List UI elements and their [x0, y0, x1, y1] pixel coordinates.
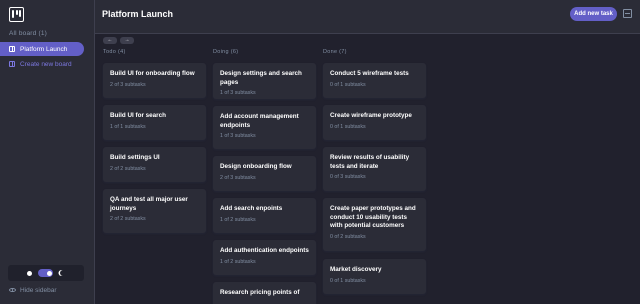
task-card[interactable]: Conduct 5 wireframe tests 0 of 1 subtask… — [323, 63, 426, 98]
column-doing: Doing (6) Design settings and search pag… — [213, 48, 316, 304]
board-icon — [9, 61, 15, 67]
create-new-board-label: Create new board — [20, 60, 72, 68]
task-title: Design onboarding flow — [220, 163, 292, 170]
page-title: Platform Launch — [102, 9, 174, 19]
task-card[interactable]: Create paper prototypes and conduct 10 u… — [323, 198, 426, 251]
moon-icon — [60, 270, 66, 276]
task-card[interactable]: Add authentication endpoints 1 of 2 subt… — [213, 240, 316, 275]
task-card[interactable]: Market discovery 0 of 1 subtasks — [323, 259, 426, 294]
task-title: Design settings and search pages — [220, 70, 302, 86]
task-subtasks: 1 of 2 subtasks — [220, 258, 256, 265]
next-arrow-button[interactable]: → — [120, 37, 134, 44]
task-card[interactable]: Create wireframe prototype 0 of 1 subtas… — [323, 105, 426, 140]
task-title: Review results of usability tests and it… — [330, 154, 410, 170]
task-subtasks: 0 of 1 subtasks — [330, 277, 366, 284]
task-title: Conduct 5 wireframe tests — [330, 70, 409, 77]
theme-toggle — [8, 265, 84, 281]
task-card[interactable]: Build UI for onboarding flow 2 of 3 subt… — [103, 63, 206, 98]
task-subtasks: 2 of 3 subtasks — [110, 81, 146, 88]
task-subtasks: 0 of 2 subtasks — [330, 233, 366, 240]
task-title: Add authentication endpoints — [220, 247, 309, 254]
task-title: Build settings UI — [110, 154, 160, 161]
task-title: Create wireframe prototype — [330, 112, 412, 119]
task-title: Add account management endpoints — [220, 113, 299, 129]
task-title: Create paper prototypes and conduct 10 u… — [330, 205, 416, 229]
column-heading: Done (7) — [323, 49, 347, 55]
task-card[interactable]: Build settings UI 2 of 2 subtasks — [103, 147, 206, 182]
task-card[interactable]: Add search enpoints 1 of 2 subtasks — [213, 198, 316, 233]
task-card[interactable]: Design onboarding flow 2 of 3 subtasks — [213, 156, 316, 191]
task-card[interactable]: QA and test all major user journeys 2 of… — [103, 189, 206, 233]
task-card[interactable]: Design settings and search pages 1 of 3 … — [213, 63, 316, 99]
task-title: Build UI for search — [110, 112, 166, 119]
sidebar-item-label: Platform Launch — [20, 45, 68, 53]
task-subtasks: 2 of 3 subtasks — [220, 174, 256, 181]
create-new-board-button[interactable]: Create new board — [9, 58, 72, 70]
task-subtasks: 1 of 2 subtasks — [220, 216, 256, 223]
board: ← → Todo (4) Build UI for onboarding flo… — [95, 34, 640, 304]
board-icon — [9, 46, 15, 52]
column-heading: Doing (6) — [213, 49, 239, 55]
prev-arrow-button[interactable]: ← — [103, 37, 117, 44]
task-title: Build UI for onboarding flow — [110, 70, 195, 77]
layout-icon[interactable] — [623, 9, 632, 18]
add-new-task-button[interactable]: Add new task — [570, 7, 617, 21]
column-todo: Todo (4) Build UI for onboarding flow 2 … — [103, 48, 206, 233]
task-title: QA and test all major user journeys — [110, 196, 188, 212]
task-card[interactable]: Research pricing points of — [213, 282, 316, 304]
hide-sidebar-button[interactable]: Hide sidebar — [9, 285, 57, 295]
task-subtasks: 2 of 2 subtasks — [110, 165, 146, 172]
task-subtasks: 0 of 1 subtasks — [330, 81, 366, 88]
task-subtasks: 1 of 3 subtasks — [220, 90, 256, 96]
task-card[interactable]: Review results of usability tests and it… — [323, 147, 426, 191]
sidebar: All board (1) Platform Launch Create new… — [0, 0, 95, 304]
column-heading: Todo (4) — [103, 49, 126, 55]
sun-icon — [27, 270, 32, 276]
theme-switch[interactable] — [38, 269, 53, 277]
kanban-logo-icon — [9, 7, 24, 22]
task-title: Add search enpoints — [220, 205, 283, 212]
eye-off-icon — [9, 288, 16, 292]
task-title: Research pricing points of — [220, 289, 300, 296]
task-subtasks: 1 of 3 subtasks — [220, 133, 256, 139]
column-done: Done (7) Conduct 5 wireframe tests 0 of … — [323, 48, 426, 294]
task-card[interactable]: Build UI for search 1 of 1 subtasks — [103, 105, 206, 140]
task-card[interactable]: Add account management endpoints 1 of 3 … — [213, 106, 316, 149]
sidebar-item-platform-launch[interactable]: Platform Launch — [0, 42, 84, 56]
column-nav: ← → — [103, 37, 134, 44]
task-subtasks: 0 of 1 subtasks — [330, 123, 366, 130]
header: Platform Launch Add new task — [95, 0, 640, 34]
task-title: Market discovery — [330, 266, 382, 273]
task-subtasks: 2 of 2 subtasks — [110, 216, 146, 222]
hide-sidebar-label: Hide sidebar — [20, 286, 57, 294]
task-subtasks: 1 of 1 subtasks — [110, 123, 146, 130]
kanban-app: All board (1) Platform Launch Create new… — [0, 0, 640, 304]
task-subtasks: 0 of 3 subtasks — [330, 174, 366, 180]
all-boards-heading: All board (1) — [9, 30, 48, 37]
